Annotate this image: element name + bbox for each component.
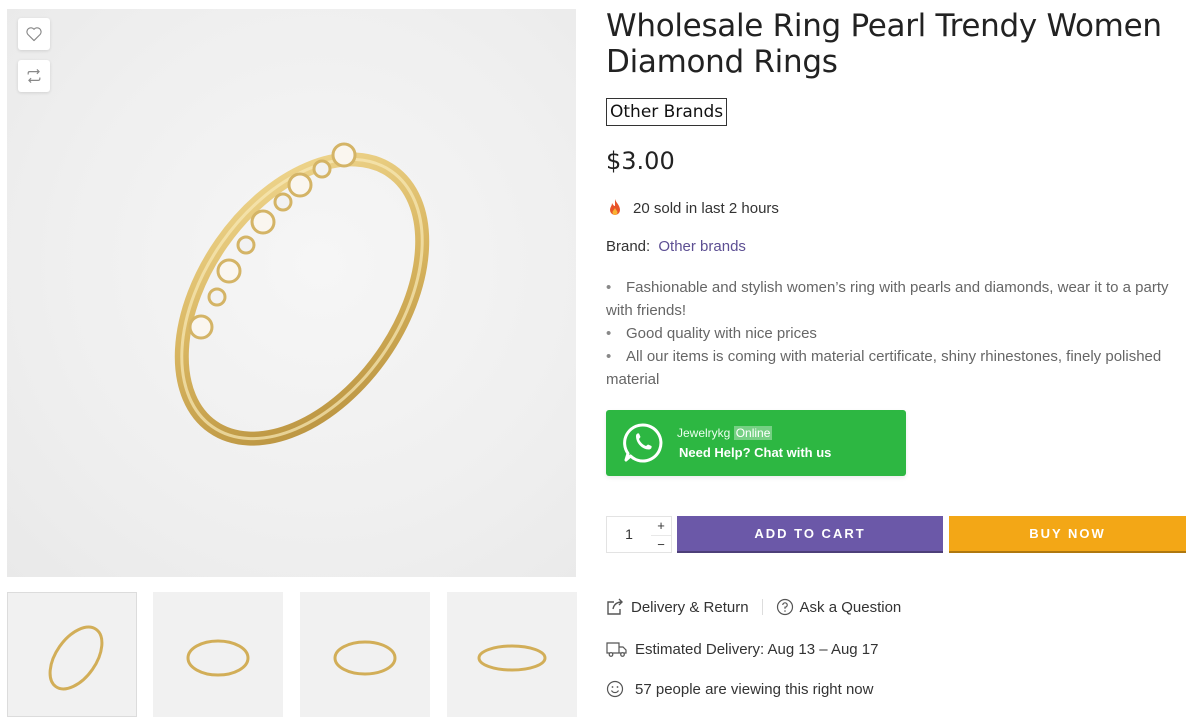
fire-icon <box>610 199 620 215</box>
feature-item: • All our items is coming with material c… <box>606 348 1162 388</box>
truck-icon <box>606 642 627 657</box>
ask-question-label: Ask a Question <box>799 598 902 616</box>
quantity-decrease-button[interactable]: − <box>651 535 671 552</box>
delivery-return-label: Delivery & Return <box>631 598 749 616</box>
main-product-image[interactable] <box>7 9 576 577</box>
thumbnail-1[interactable] <box>7 592 137 717</box>
agent-name: Jewelrykg <box>677 426 731 440</box>
chat-cta: Need Help? Chat with us <box>679 445 832 460</box>
smile-icon <box>606 680 624 698</box>
delivery-return-link[interactable]: Delivery & Return <box>606 598 749 616</box>
add-to-cart-button[interactable]: ADD TO CART <box>677 516 943 553</box>
share-box-icon <box>607 598 623 615</box>
thumbnail-4[interactable] <box>447 592 577 717</box>
quantity-increase-button[interactable]: + <box>651 517 671 534</box>
thumbnail-3[interactable] <box>300 592 430 717</box>
viewers-text: 57 people are viewing this right now <box>635 680 874 698</box>
thumbnail-ring-image <box>333 640 397 676</box>
brand-badge[interactable]: Other Brands <box>606 98 728 126</box>
thumbnail-ring-image <box>48 625 104 691</box>
thumbnail-ring-image <box>186 639 250 677</box>
wishlist-button[interactable] <box>18 18 50 50</box>
quantity-input[interactable]: 1 <box>607 517 651 552</box>
estimated-delivery-text: Estimated Delivery: Aug 13 – Aug 17 <box>635 640 879 658</box>
agent-status-line: Jewelrykg Online <box>677 426 773 440</box>
product-title: Wholesale Ring Pearl Trendy Women Diamon… <box>606 8 1162 80</box>
whatsapp-chat-button[interactable]: Jewelrykg Online Need Help? Chat with us <box>606 410 906 476</box>
product-price: $3.00 <box>606 147 675 175</box>
online-status: Online <box>733 426 773 440</box>
feature-text: Good quality with nice prices <box>626 325 817 342</box>
link-divider <box>761 599 763 615</box>
sold-text: 20 sold in last 2 hours <box>633 199 779 217</box>
ask-question-link[interactable]: Ask a Question <box>776 598 902 616</box>
feature-text: Fashionable and stylish women’s ring wit… <box>606 279 1169 319</box>
thumbnail-2[interactable] <box>153 592 283 717</box>
brand-link[interactable]: Other brands <box>658 238 746 255</box>
question-circle-icon <box>776 598 793 616</box>
brand-row: Brand: Other brands <box>606 238 746 255</box>
compare-button[interactable] <box>18 60 50 92</box>
sold-counter: 20 sold in last 2 hours <box>606 198 779 218</box>
help-links: Delivery & Return Ask a Question <box>606 597 901 617</box>
product-features: • Fashionable and stylish women’s ring wi… <box>606 276 1186 391</box>
feature-item: • Good quality with nice prices <box>606 325 817 342</box>
compare-arrows-icon <box>27 69 41 83</box>
quantity-stepper[interactable]: 1 + − <box>606 516 672 553</box>
feature-text: All our items is coming with material ce… <box>606 348 1162 388</box>
viewers-count: 57 people are viewing this right now <box>606 679 873 699</box>
whatsapp-icon <box>623 423 663 463</box>
thumbnail-ring-image <box>477 644 547 672</box>
ring-image <box>174 142 430 446</box>
heart-icon <box>26 27 42 42</box>
estimated-delivery: Estimated Delivery: Aug 13 – Aug 17 <box>606 639 878 659</box>
brand-label: Brand: <box>606 238 651 255</box>
feature-item: • Fashionable and stylish women’s ring wi… <box>606 279 1169 319</box>
buy-now-button[interactable]: BUY NOW <box>949 516 1186 553</box>
